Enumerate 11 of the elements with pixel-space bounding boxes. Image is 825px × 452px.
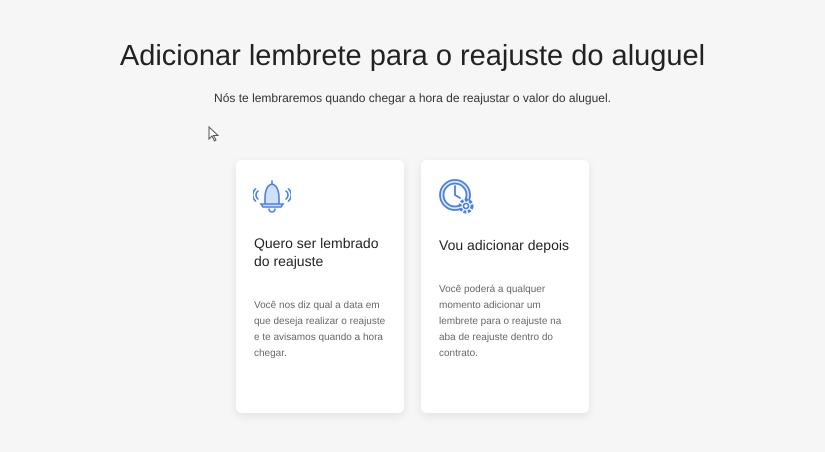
page-title: Adicionar lembrete para o reajuste do aluguel	[120, 40, 706, 73]
option-description: Você nos diz qual a data em que deseja realizar o reajuste e te avisamos quando a hora chegar.	[254, 299, 386, 361]
mouse-cursor-icon	[208, 126, 219, 142]
clock-gear-icon	[438, 178, 476, 216]
option-heading: Vou adicionar depois	[439, 236, 569, 254]
option-heading: Quero ser lembrado do reajuste	[254, 234, 380, 270]
bell-icon	[253, 178, 291, 214]
option-description: Você poderá a qualquer momento adicionar um lembrete para o reajuste na aba de reajuste dentro do contrato.	[439, 283, 562, 361]
option-card[interactable]: Quero ser lembrado do reajuste Você nos diz qual a data em que deseja realizar o reajuste e te avisamos quando a hora chegar.	[236, 160, 404, 413]
page-subtitle: Nós te lembraremos quando chegar a hora de reajustar o valor do aluguel.	[214, 91, 611, 105]
option-card[interactable]: Vou adicionar depois Você poderá a qualquer momento adicionar um lembrete para o reajuste na aba de reajuste dentro do contrato.	[421, 160, 589, 413]
